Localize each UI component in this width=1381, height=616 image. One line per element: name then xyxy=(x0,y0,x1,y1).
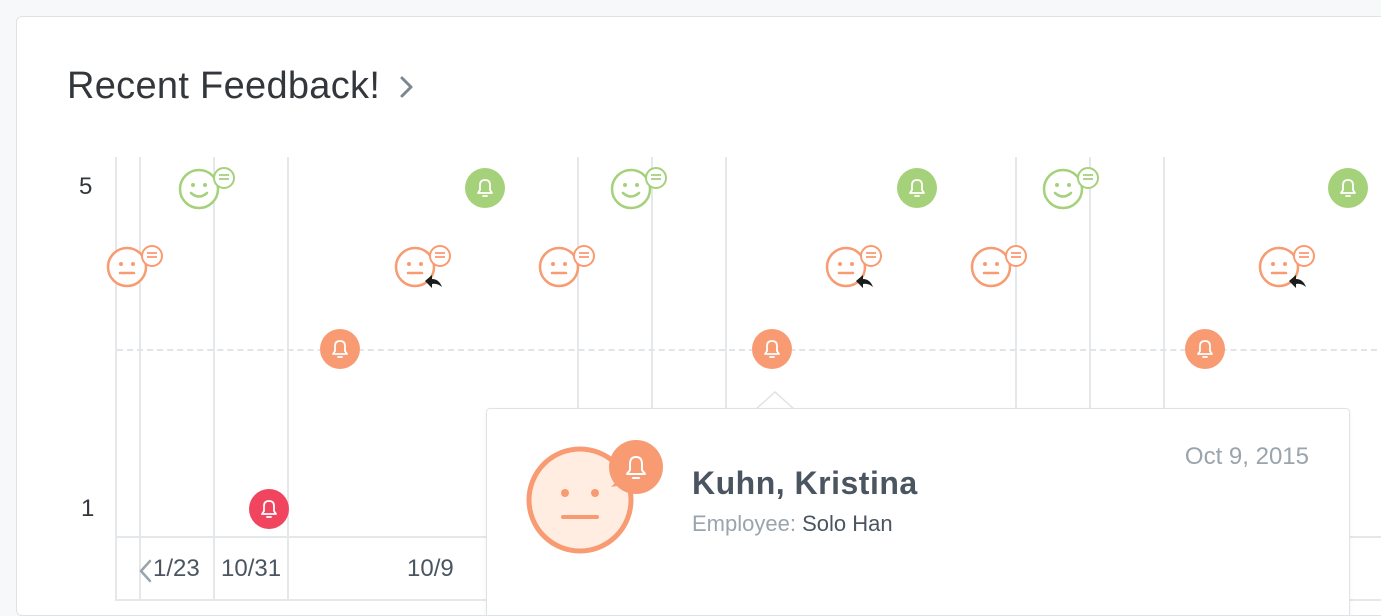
neutral-face-bell-icon xyxy=(526,440,663,554)
x-axis-label: 1/23 xyxy=(153,555,200,582)
x-axis-label: 10/31 xyxy=(221,555,282,582)
smile-comment-marker-icon[interactable] xyxy=(1041,165,1101,213)
neutral-comment-reply-marker-icon[interactable] xyxy=(824,243,884,295)
feedback-date: Oct 9, 2015 xyxy=(1184,443,1309,470)
recent-feedback-title-link[interactable]: Recent Feedback! xyxy=(67,65,418,108)
employee-line: Employee: Solo Han xyxy=(692,511,893,537)
feedback-popover[interactable]: Oct 9, 2015 Kuhn, Kristina Employee: Sol… xyxy=(486,408,1350,615)
x-axis-label: 10/9 xyxy=(407,555,454,582)
page-title: Recent Feedback! xyxy=(67,65,381,107)
smile-comment-marker-icon[interactable] xyxy=(177,165,237,213)
employee-value: Solo Han xyxy=(802,511,893,536)
neutral-comment-marker-icon[interactable] xyxy=(537,243,597,291)
bell-marker-icon[interactable] xyxy=(465,168,505,208)
grid-line xyxy=(139,157,141,601)
y-axis-label-top: 5 xyxy=(79,173,93,200)
bell-marker-icon[interactable] xyxy=(1185,329,1225,369)
neutral-comment-marker-icon[interactable] xyxy=(969,243,1029,291)
y-axis-line xyxy=(115,157,117,601)
smile-comment-marker-icon[interactable] xyxy=(609,165,669,213)
bell-marker-icon[interactable] xyxy=(1328,168,1368,208)
employee-label: Employee: xyxy=(692,511,796,536)
customer-name: Kuhn, Kristina xyxy=(692,465,918,501)
recent-feedback-card: Recent Feedback! 5 1 1/23 10/31 10/9 Oct… xyxy=(16,16,1381,616)
neutral-comment-marker-icon[interactable] xyxy=(105,243,165,291)
grid-line xyxy=(213,157,215,601)
bell-marker-icon[interactable] xyxy=(752,329,792,369)
neutral-comment-reply-marker-icon[interactable] xyxy=(393,243,453,295)
y-axis-label-bottom: 1 xyxy=(81,495,95,522)
bell-marker-icon[interactable] xyxy=(897,168,937,208)
chevron-right-icon xyxy=(400,76,413,97)
neutral-comment-reply-marker-icon[interactable] xyxy=(1257,243,1317,295)
bell-marker-icon[interactable] xyxy=(320,329,360,369)
bell-marker-icon[interactable] xyxy=(249,489,289,529)
grid-line xyxy=(287,157,289,601)
